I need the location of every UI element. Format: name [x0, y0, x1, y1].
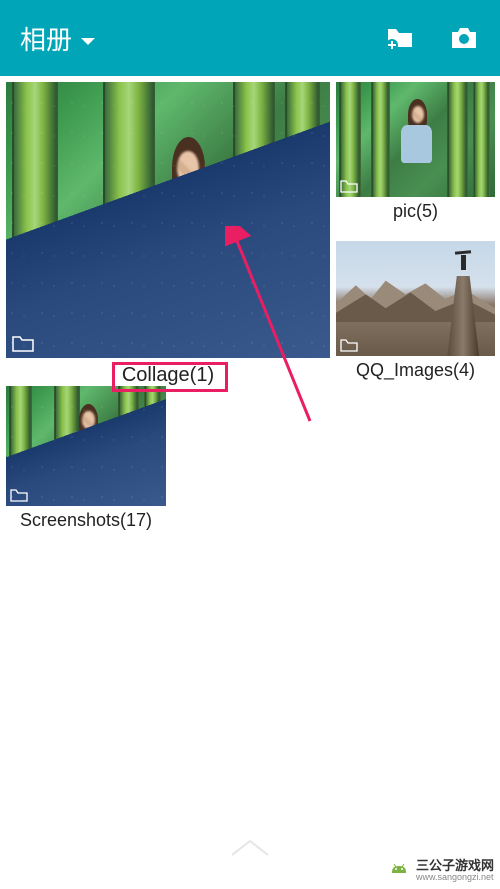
album-dropdown[interactable]: 相册	[20, 20, 96, 57]
album-label: Screenshots(17)	[6, 506, 166, 535]
album-thumbnail	[336, 241, 495, 356]
add-folder-icon	[384, 25, 416, 51]
home-indicator-icon	[230, 839, 270, 857]
camera-button[interactable]	[448, 22, 480, 54]
album-thumbnail	[336, 82, 495, 197]
header-title-text: 相册	[20, 20, 72, 57]
gallery-grid: Collage(1) pic(5)	[0, 76, 500, 92]
album-collage[interactable]: Collage(1)	[6, 82, 330, 393]
header-actions	[384, 22, 480, 54]
folder-icon	[340, 338, 358, 352]
folder-icon	[340, 179, 358, 193]
album-pic[interactable]: pic(5)	[336, 82, 495, 226]
folder-icon	[12, 334, 34, 352]
album-label: QQ_Images(4)	[336, 356, 495, 385]
album-label: pic(5)	[336, 197, 495, 226]
album-screenshots[interactable]: Screenshots(17)	[6, 386, 166, 535]
album-thumbnail	[6, 386, 166, 506]
header: 相册	[0, 0, 500, 76]
footer-url: www.sangongzi.net	[416, 873, 494, 883]
camera-icon	[449, 25, 479, 51]
album-thumbnail	[6, 82, 330, 358]
chevron-down-icon	[80, 23, 96, 54]
album-qq-images[interactable]: QQ_Images(4)	[336, 241, 495, 385]
android-icon	[388, 860, 410, 882]
footer-brand: 三公子游戏网	[416, 859, 494, 873]
folder-icon	[10, 488, 28, 502]
footer-watermark: 三公子游戏网 www.sangongzi.net	[388, 859, 494, 883]
add-folder-button[interactable]	[384, 22, 416, 54]
